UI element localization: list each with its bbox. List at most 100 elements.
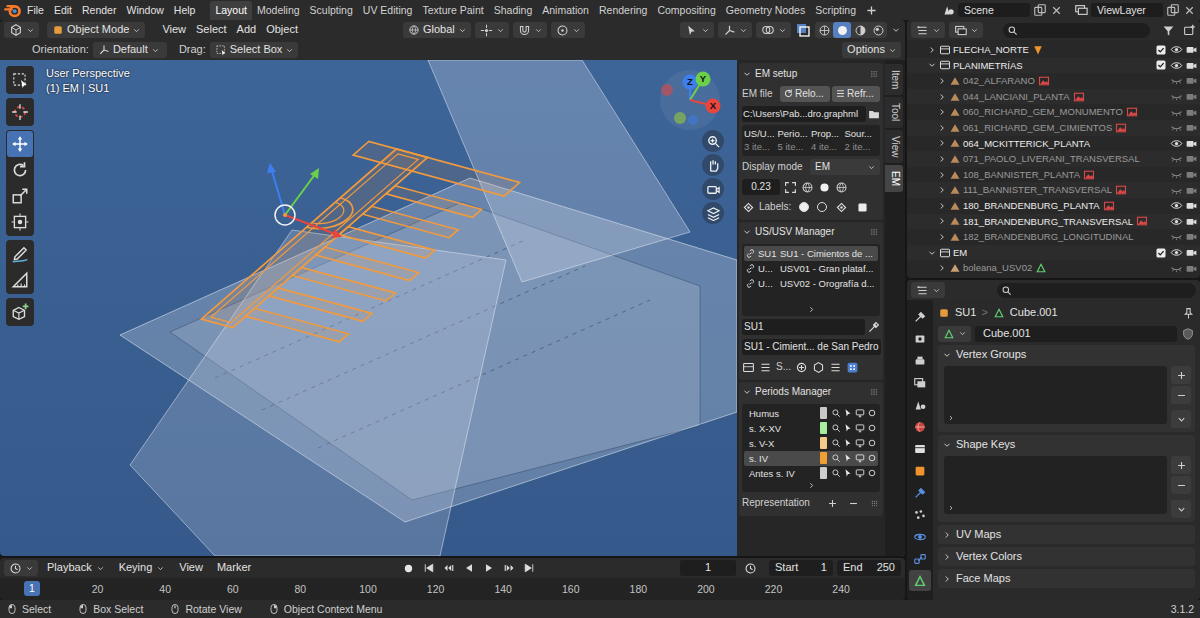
visibility-icon[interactable] [1169, 74, 1183, 88]
properties-tab[interactable] [909, 570, 931, 591]
visibility-icon[interactable] [1169, 43, 1183, 57]
expand-arrow-icon[interactable] [937, 201, 947, 211]
duplicate-icon[interactable] [1033, 3, 1047, 17]
collapse-icon[interactable] [942, 552, 952, 562]
tool-button[interactable] [7, 99, 33, 125]
visibility-icon[interactable] [1169, 168, 1183, 182]
workspace-tab[interactable]: Layout [210, 1, 252, 20]
viewport-menu[interactable]: Add [232, 23, 262, 36]
collapse-icon[interactable] [742, 387, 752, 397]
panel-header[interactable]: Periods Manager [742, 384, 880, 401]
period-item[interactable]: s. X-XV [744, 421, 878, 436]
display-mode-dropdown[interactable]: EM [810, 159, 880, 175]
period-color-swatch[interactable] [820, 467, 827, 479]
properties-tab[interactable] [909, 548, 931, 569]
panel-header[interactable]: Vertex Colors [938, 547, 1195, 566]
next-keyframe-icon[interactable] [503, 562, 515, 574]
tool-button[interactable] [7, 209, 33, 235]
properties-tab[interactable] [909, 394, 931, 415]
tool-button[interactable] [7, 157, 33, 183]
outliner-search[interactable] [1003, 23, 1150, 38]
eyedropper-icon[interactable] [867, 321, 880, 334]
render-camera-icon[interactable] [1184, 90, 1198, 104]
sidebar-tab[interactable]: View [885, 130, 903, 164]
viewport-menu[interactable]: View [157, 23, 191, 36]
outliner-item[interactable]: 071_PAOLO_LIVERANI_TRANSVERSAL [907, 151, 1200, 167]
viewport-menu[interactable]: Object [261, 23, 303, 36]
sidebar-tab[interactable]: EM [885, 165, 903, 192]
add-circle-icon[interactable] [795, 361, 808, 374]
remove-icon[interactable] [1171, 386, 1191, 404]
options-dropdown[interactable]: Options [842, 42, 901, 58]
scene-icon[interactable] [941, 3, 955, 17]
transform-gizmo[interactable] [267, 163, 342, 238]
visibility-icon[interactable] [1169, 261, 1183, 275]
list-icon[interactable] [829, 361, 842, 374]
tool-button[interactable] [7, 67, 33, 93]
tool-button[interactable] [7, 267, 33, 293]
mesh-icon[interactable] [812, 361, 825, 374]
tool-button[interactable] [7, 183, 33, 209]
exclude-checkbox[interactable] [1154, 43, 1168, 57]
duplicate-icon[interactable] [1166, 3, 1180, 17]
period-color-swatch[interactable] [820, 452, 827, 464]
workspace-tab[interactable]: Rendering [594, 1, 652, 20]
list-resize-icon[interactable] [744, 305, 878, 314]
sidebar-tab[interactable]: Tool [885, 97, 903, 127]
pin-icon[interactable] [1182, 307, 1195, 320]
jump-start-icon[interactable] [423, 562, 435, 574]
expand-arrow-icon[interactable] [937, 76, 947, 86]
menu-item[interactable]: Render [77, 4, 121, 17]
drag-dropdown[interactable]: Select Box [210, 42, 299, 58]
su1-foundation-mesh[interactable] [174, 142, 522, 354]
drag-grip-icon[interactable] [868, 226, 880, 238]
panel-header[interactable]: Shape Keys [938, 435, 1195, 454]
add-icon[interactable] [827, 498, 838, 509]
data-badge-icon[interactable] [1032, 44, 1044, 56]
visibility-icon[interactable] [1169, 58, 1183, 72]
reload-button[interactable]: Relo... [780, 86, 830, 102]
render-camera-icon[interactable] [1184, 121, 1198, 135]
mesh-browse[interactable] [938, 326, 971, 342]
view-layer-icon[interactable] [1074, 3, 1088, 17]
workspace-tab[interactable]: Shading [489, 1, 538, 20]
data-badge-icon[interactable] [1073, 91, 1085, 103]
properties-tab[interactable] [909, 482, 931, 503]
editor-type[interactable] [4, 22, 39, 38]
collapse-icon[interactable] [942, 574, 952, 584]
expand-arrow-icon[interactable] [937, 185, 947, 195]
properties-tab[interactable] [909, 438, 931, 459]
filter-icon[interactable] [1162, 24, 1175, 37]
timeline-menu[interactable]: Playback [42, 561, 110, 574]
outliner-item[interactable]: boleana_USV02 [907, 260, 1200, 276]
gizmo-toggle[interactable] [718, 22, 752, 38]
panel-header[interactable]: US/USV Manager [742, 224, 880, 241]
drag-grip-icon[interactable] [869, 498, 880, 509]
camera-view-icon[interactable] [702, 178, 724, 200]
render-camera-icon[interactable] [1184, 214, 1198, 228]
properties-tab[interactable] [909, 504, 931, 525]
menu-item[interactable]: Help [169, 4, 201, 17]
panel-header[interactable]: UV Maps [938, 525, 1195, 544]
elevation-image-plane[interactable] [130, 230, 506, 556]
outliner-item[interactable]: 111_BANNISTER_TRANSVERSAL [907, 182, 1200, 198]
add-icon[interactable] [1171, 366, 1191, 384]
list-icon[interactable] [759, 361, 772, 374]
workspace-tab[interactable]: Texture Paint [417, 1, 488, 20]
render-camera-icon[interactable] [1184, 183, 1198, 197]
zoom-icon[interactable] [702, 130, 724, 152]
drag-grip-icon[interactable] [868, 386, 880, 398]
data-list[interactable] [944, 456, 1167, 514]
blender-logo-icon[interactable] [4, 1, 22, 19]
list-resize-icon[interactable] [947, 414, 955, 422]
exclude-checkbox[interactable] [1154, 58, 1168, 72]
select-button[interactable]: S... [776, 361, 791, 373]
end-frame-field[interactable]: End250 [837, 560, 901, 576]
select-panel-icon[interactable] [742, 361, 755, 374]
us-list-item[interactable]: U...USV01 - Gran plataf... [744, 261, 878, 276]
visibility-icon[interactable] [1169, 90, 1183, 104]
visibility-icon[interactable] [1169, 246, 1183, 260]
label-option[interactable] [799, 202, 809, 212]
collapse-icon[interactable] [742, 69, 752, 79]
list-resize-icon[interactable] [947, 504, 955, 512]
